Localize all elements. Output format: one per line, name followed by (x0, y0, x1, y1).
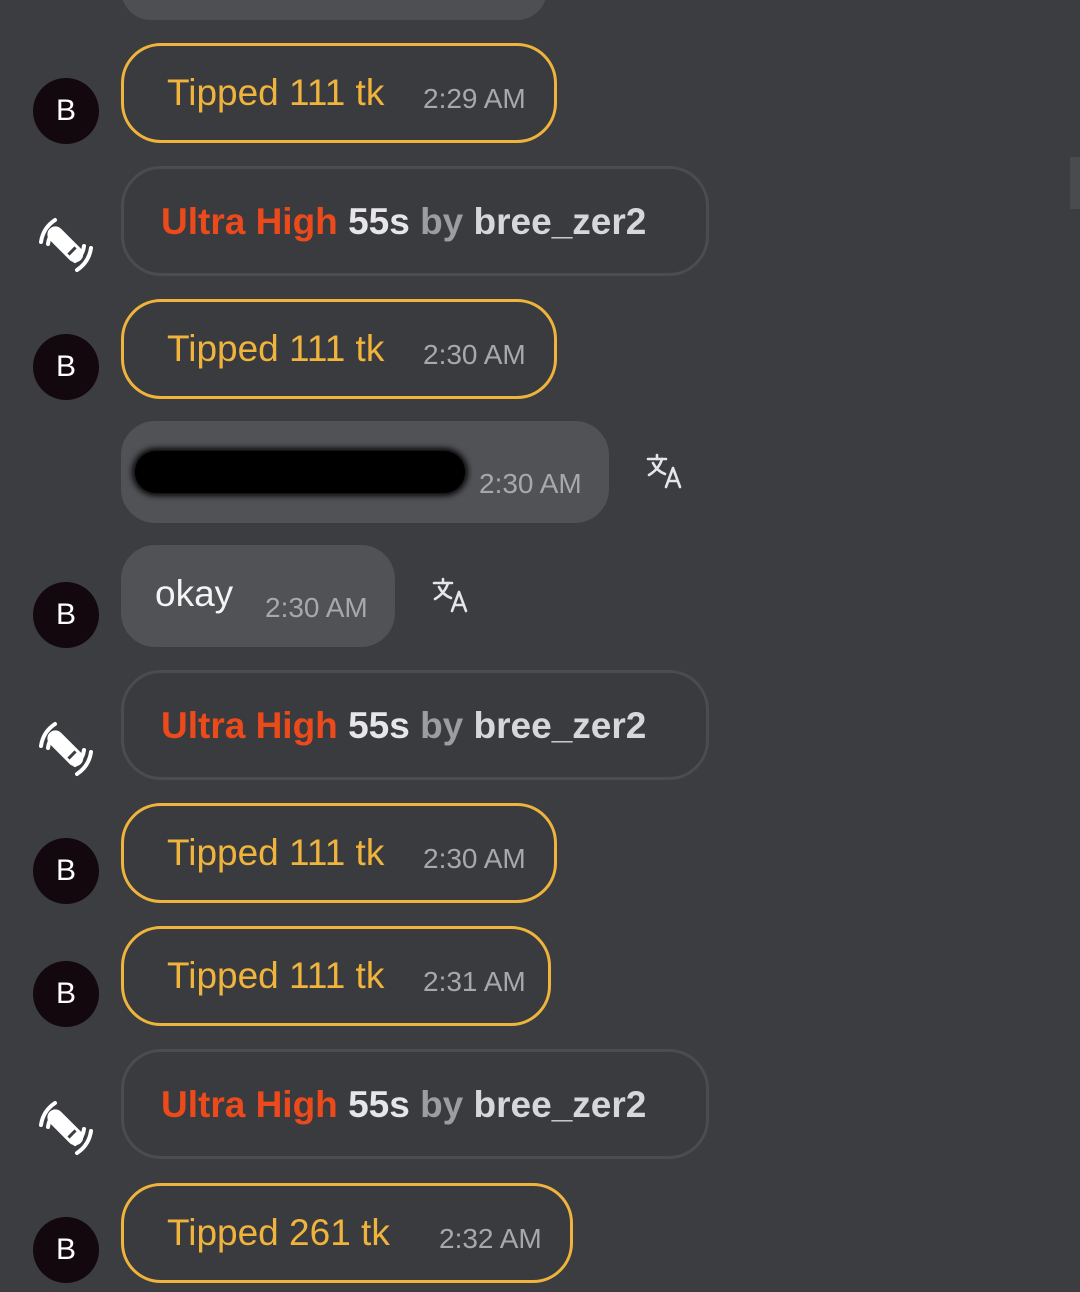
tip-bubble: Tipped 111 tk 2:30 AM (121, 803, 557, 903)
tip-bubble: Tipped 261 tk 2:32 AM (121, 1183, 573, 1283)
avatar[interactable]: B (33, 78, 99, 144)
vibration-by: by (420, 1084, 464, 1125)
tip-text: Tipped 111 tk (167, 955, 385, 996)
vibration-user[interactable]: bree_zer2 (474, 201, 647, 242)
tip-bubble: Tipped 111 tk 2:30 AM (121, 299, 557, 399)
message-bubble[interactable]: 2:30 AM (121, 421, 609, 523)
vibration-bubble: Ultra High 55s by bree_zer2 (121, 1049, 709, 1159)
translate-icon[interactable] (431, 575, 471, 615)
message-time: 2:30 AM (423, 843, 526, 874)
vibrator-icon (39, 1101, 93, 1155)
vibration-text: Ultra High 55s by bree_zer2 (161, 703, 646, 749)
vibrator-icon (39, 218, 93, 272)
tip-bubble: Tipped 111 tk 2:29 AM (121, 43, 557, 143)
chat-log: B Tipped 111 tk 2:29 AM Ultra High 55s b (0, 0, 1080, 1292)
vibration-user[interactable]: bree_zer2 (474, 1084, 647, 1125)
vibration-duration: 55s (348, 1084, 410, 1125)
avatar[interactable]: B (33, 961, 99, 1027)
tip-text: Tipped 111 tk (167, 72, 385, 113)
tip-bubble: Tipped 111 tk 2:31 AM (121, 926, 551, 1026)
vibration-text: Ultra High 55s by bree_zer2 (161, 199, 646, 245)
avatar[interactable]: B (33, 838, 99, 904)
redacted-message-text (135, 451, 465, 493)
avatar[interactable]: B (33, 582, 99, 648)
vibration-bubble: Ultra High 55s by bree_zer2 (121, 166, 709, 276)
avatar[interactable]: B (33, 334, 99, 400)
vibration-by: by (420, 201, 464, 242)
message-time: 2:30 AM (479, 468, 582, 499)
tip-text: Tipped 261 tk (167, 1212, 390, 1253)
message-time: 2:29 AM (423, 83, 526, 114)
message-time: 2:32 AM (439, 1223, 542, 1254)
tip-text: Tipped 111 tk (167, 328, 385, 369)
vibration-by: by (420, 705, 464, 746)
tip-text: Tipped 111 tk (167, 832, 385, 873)
avatar[interactable]: B (33, 1217, 99, 1283)
message-bubble-partial[interactable] (121, 0, 547, 20)
translate-icon[interactable] (645, 451, 685, 491)
message-time: 2:30 AM (265, 592, 368, 623)
scrollbar-thumb[interactable] (1070, 157, 1080, 209)
vibrator-icon (39, 722, 93, 776)
vibration-duration: 55s (348, 201, 410, 242)
vibration-level: Ultra High (161, 705, 338, 746)
message-time: 2:31 AM (423, 966, 526, 997)
vibration-text: Ultra High 55s by bree_zer2 (161, 1082, 646, 1128)
message-bubble[interactable]: okay 2:30 AM (121, 545, 395, 647)
message-time: 2:30 AM (423, 339, 526, 370)
message-text: okay (155, 573, 234, 614)
vibration-duration: 55s (348, 705, 410, 746)
vibration-level: Ultra High (161, 1084, 338, 1125)
vibration-user[interactable]: bree_zer2 (474, 705, 647, 746)
vibration-bubble: Ultra High 55s by bree_zer2 (121, 670, 709, 780)
vibration-level: Ultra High (161, 201, 338, 242)
